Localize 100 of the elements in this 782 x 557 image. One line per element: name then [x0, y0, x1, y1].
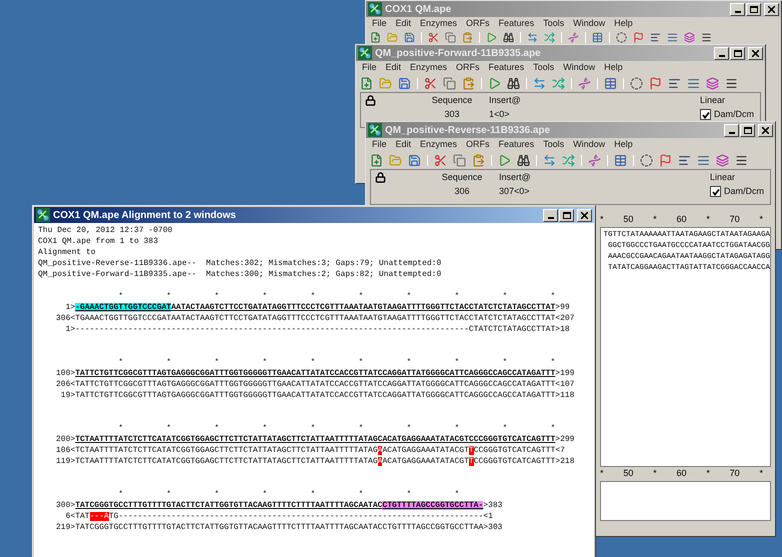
shuffle-icon[interactable]: [562, 154, 575, 167]
clipboard-icon[interactable]: [462, 77, 475, 90]
menu-item[interactable]: Edit: [396, 17, 412, 31]
flag-icon[interactable]: [649, 77, 662, 90]
menu-item[interactable]: Help: [614, 17, 633, 31]
dam-dcm-checkbox[interactable]: [710, 186, 721, 197]
sequence-length: 306: [453, 186, 471, 197]
maximize-button[interactable]: [730, 46, 745, 60]
new-file-icon[interactable]: [370, 32, 381, 43]
scissors-icon[interactable]: [434, 154, 447, 167]
shuffle-icon[interactable]: [552, 77, 565, 90]
clipboard-icon[interactable]: [472, 154, 485, 167]
menu-item[interactable]: Enzymes: [420, 17, 458, 31]
dna-icon[interactable]: [588, 154, 601, 167]
menu-item[interactable]: Help: [604, 61, 623, 75]
menu-item[interactable]: Features: [488, 61, 524, 75]
scissors-icon[interactable]: [424, 77, 437, 90]
minimize-button[interactable]: [724, 124, 739, 136]
menu-item[interactable]: File: [372, 17, 387, 31]
circle-icon[interactable]: [630, 77, 643, 90]
menu-item[interactable]: Enzymes: [410, 61, 448, 75]
list-icon[interactable]: [687, 77, 700, 90]
menu-item[interactable]: File: [372, 138, 387, 152]
copy-icon[interactable]: [445, 32, 456, 43]
list-icon[interactable]: [667, 32, 678, 43]
minimize-button[interactable]: [543, 208, 558, 222]
menu-item[interactable]: Help: [614, 138, 633, 152]
save-icon[interactable]: [398, 77, 411, 90]
save-icon[interactable]: [408, 154, 421, 167]
menu-icon[interactable]: [725, 77, 738, 90]
menu-item[interactable]: Tools: [533, 61, 554, 75]
position-stars: * * * * * * * * * *: [117, 423, 556, 434]
clipboard-icon[interactable]: [462, 32, 473, 43]
layers-icon[interactable]: [684, 32, 695, 43]
arrow-icon[interactable]: [486, 32, 497, 43]
layers-icon[interactable]: [716, 154, 729, 167]
maximize-icon: [750, 6, 758, 12]
flag-icon[interactable]: [659, 154, 672, 167]
save-icon[interactable]: [404, 32, 415, 43]
insert-position: 1<0>: [488, 109, 511, 120]
dam-dcm-checkbox[interactable]: [700, 109, 711, 120]
minimize-button[interactable]: [714, 46, 729, 60]
menu-item[interactable]: Enzymes: [420, 138, 458, 152]
menu-item[interactable]: Window: [573, 17, 606, 31]
arrow-icon[interactable]: [488, 77, 501, 90]
copy-icon[interactable]: [443, 77, 456, 90]
lines-icon[interactable]: [650, 32, 661, 43]
menu-item[interactable]: Tools: [543, 17, 564, 31]
ruler-mark: *: [706, 467, 710, 480]
menu-item[interactable]: File: [362, 61, 377, 75]
table-icon[interactable]: [614, 154, 627, 167]
menu-item[interactable]: ORFs: [466, 138, 490, 152]
table-icon[interactable]: [592, 32, 603, 43]
dna-icon[interactable]: [568, 32, 579, 43]
reference-line: 1>-GAAACTGGTTGGTCCCGATAATACTAAGTCTTCCTGATATAGGTTTCCCTCGTTTAAATAATGTAAGATTTTGGGTTCTACCTATCTCTATAGCCTTAT>99: [64, 302, 571, 313]
circle-icon[interactable]: [640, 154, 653, 167]
ruler-mark: 70: [730, 467, 740, 480]
menu-icon[interactable]: [701, 32, 712, 43]
binoculars-icon[interactable]: [503, 32, 514, 43]
new-file-icon[interactable]: [370, 154, 383, 167]
close-button[interactable]: [748, 46, 763, 60]
arrows-icon[interactable]: [543, 154, 556, 167]
arrows-icon[interactable]: [527, 32, 538, 43]
menu-item[interactable]: Edit: [396, 138, 412, 152]
maximize-icon: [734, 50, 742, 56]
copy-icon[interactable]: [453, 154, 466, 167]
flag-icon[interactable]: [633, 32, 644, 43]
menu-item[interactable]: Features: [498, 17, 534, 31]
menu-item[interactable]: Edit: [386, 61, 402, 75]
sequence-label: Sequence: [430, 95, 474, 106]
menu-icon[interactable]: [735, 154, 748, 167]
close-button[interactable]: [577, 208, 592, 222]
arrows-icon[interactable]: [533, 77, 546, 90]
circle-icon[interactable]: [616, 32, 627, 43]
arrow-icon[interactable]: [498, 154, 511, 167]
dna-icon[interactable]: [578, 77, 591, 90]
binoculars-icon[interactable]: [507, 77, 520, 90]
lines-icon[interactable]: [668, 77, 681, 90]
scissors-icon[interactable]: [428, 32, 439, 43]
menu-item[interactable]: Window: [563, 61, 596, 75]
close-button[interactable]: [764, 2, 779, 16]
maximize-button[interactable]: [740, 124, 755, 136]
minimize-button[interactable]: [730, 2, 745, 16]
close-button[interactable]: [758, 124, 773, 136]
menu-item[interactable]: Tools: [543, 138, 564, 152]
ruler-mark: 50: [623, 213, 634, 226]
layers-icon[interactable]: [706, 77, 719, 90]
lines-icon[interactable]: [678, 154, 691, 167]
menu-item[interactable]: Window: [573, 138, 606, 152]
menu-item[interactable]: ORFs: [456, 61, 480, 75]
ruler-mark: *: [600, 213, 604, 226]
maximize-button[interactable]: [746, 2, 761, 16]
table-icon[interactable]: [604, 77, 617, 90]
new-file-icon[interactable]: [360, 77, 373, 90]
shuffle-icon[interactable]: [544, 32, 555, 43]
menu-item[interactable]: ORFs: [466, 17, 490, 31]
menu-item[interactable]: Features: [498, 138, 534, 152]
maximize-button[interactable]: [559, 208, 574, 222]
binoculars-icon[interactable]: [517, 154, 530, 167]
list-icon[interactable]: [697, 154, 710, 167]
